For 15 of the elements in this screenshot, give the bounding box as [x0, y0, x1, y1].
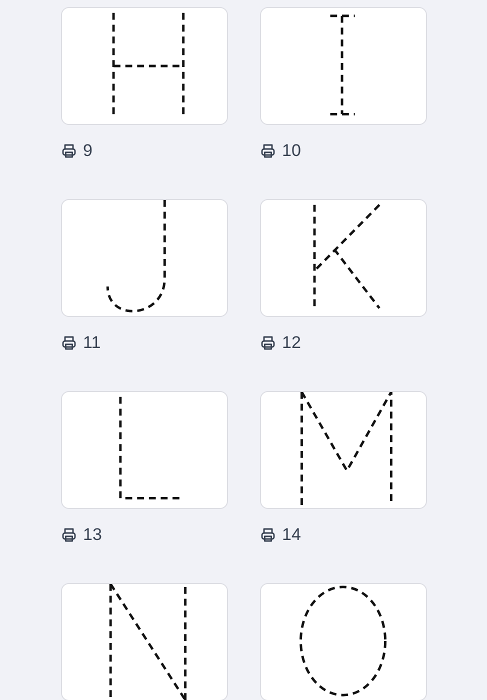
printer-icon[interactable] — [61, 527, 77, 543]
worksheet-number: 9 — [83, 140, 92, 162]
printer-icon[interactable] — [260, 335, 276, 351]
worksheet-card[interactable] — [61, 583, 228, 700]
printer-icon[interactable] — [61, 335, 77, 351]
worksheet-number: 13 — [83, 524, 102, 546]
worksheet-card[interactable] — [260, 391, 427, 509]
printer-icon[interactable] — [260, 527, 276, 543]
printer-icon[interactable] — [260, 143, 276, 159]
worksheet-number: 11 — [83, 332, 101, 354]
printer-icon[interactable] — [61, 143, 77, 159]
worksheet-card[interactable] — [260, 583, 427, 700]
worksheet-number: 12 — [282, 332, 301, 354]
worksheet-number: 10 — [282, 140, 301, 162]
worksheet-number: 14 — [282, 524, 301, 546]
